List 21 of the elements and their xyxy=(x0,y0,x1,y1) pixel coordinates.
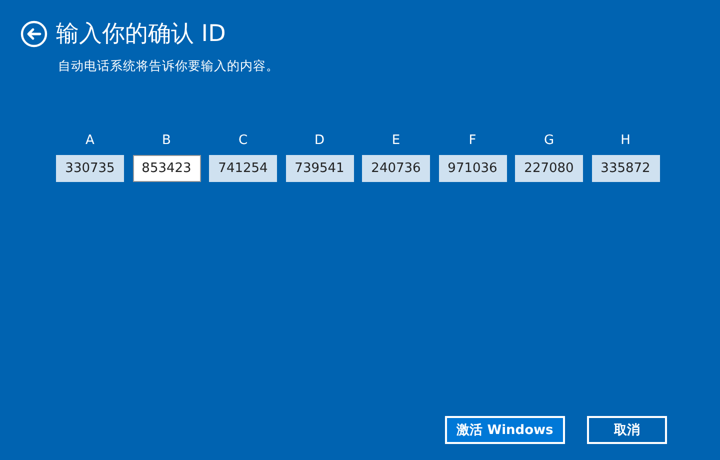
field-label: B xyxy=(162,133,171,149)
id-input-field[interactable]: 227080 xyxy=(515,155,583,182)
field-label: A xyxy=(86,133,94,149)
field-label: E xyxy=(392,133,400,149)
back-icon[interactable] xyxy=(20,20,48,48)
id-input-field[interactable]: 335872 xyxy=(592,155,660,182)
field-label: D xyxy=(314,133,324,149)
field-label: H xyxy=(620,133,630,149)
id-input-field[interactable]: 741254 xyxy=(209,155,277,182)
id-input-field[interactable]: 240736 xyxy=(362,155,430,182)
subtitle: 自动电话系统将告诉你要输入的内容。 xyxy=(58,58,280,75)
id-input-field[interactable]: 739541 xyxy=(286,155,354,182)
id-input-field[interactable]: 971036 xyxy=(438,155,506,182)
page-title: 输入你的确认 ID xyxy=(56,20,226,49)
id-input-field[interactable]: 330735 xyxy=(56,155,124,182)
field-label: F xyxy=(468,133,476,149)
id-input-field[interactable]: 853423 xyxy=(132,155,200,182)
field-label: C xyxy=(238,133,248,149)
cancel-button[interactable]: 取消 xyxy=(587,416,667,444)
activate-button[interactable]: 激活 Windows xyxy=(445,416,565,444)
field-label: G xyxy=(544,133,554,149)
